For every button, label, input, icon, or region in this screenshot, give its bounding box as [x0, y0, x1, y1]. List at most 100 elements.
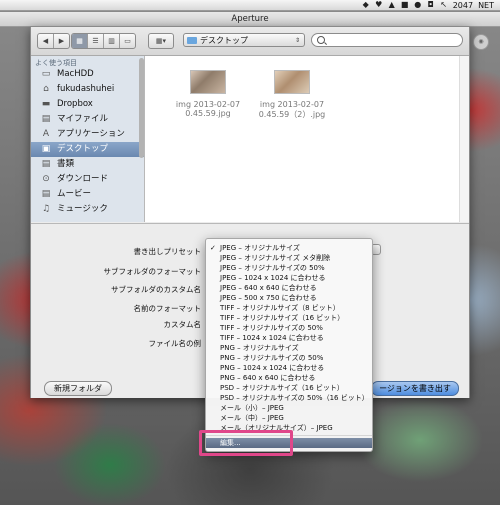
arrange-button[interactable]: ▦▾: [148, 33, 174, 49]
updown-icon: ⇕: [294, 37, 300, 44]
menu-item[interactable]: JPEG – オリジナルサイズの 50%: [206, 263, 372, 273]
file-name-line2: 0.45.59.jpg: [185, 109, 231, 118]
dropbox-icon[interactable]: ◆: [362, 1, 370, 9]
search-icon: [317, 36, 325, 44]
window-zoom-icon[interactable]: ◉: [473, 34, 489, 50]
custom-name-label: カスタム名: [163, 320, 202, 329]
name-format-label: 名前のフォーマット: [133, 304, 202, 313]
movies-icon: ▤: [41, 189, 51, 199]
checkmark-icon: ✓: [210, 244, 216, 252]
sidebar-item-desktop[interactable]: ▣ デスクトップ: [31, 142, 144, 157]
menu-item[interactable]: JPEG – 1024 x 1024 に合わせる: [206, 273, 372, 283]
menu-item[interactable]: メール（中）– JPEG: [206, 413, 372, 423]
sidebar-item-label: ミュージック: [57, 204, 108, 214]
file-item[interactable]: img 2013-02-07 0.45.59.jpg: [169, 70, 247, 118]
menubar-net[interactable]: NET: [478, 1, 494, 10]
sidebar-item-applications[interactable]: A アプリケーション: [31, 127, 144, 142]
search-field[interactable]: [311, 33, 463, 47]
documents-icon: ▤: [41, 159, 51, 169]
sidebar: よく使う項目 ▭ MacHDD ⌂ fukudashuhei ▬ Dropbox ▤ マ…: [31, 56, 145, 222]
apps-icon: A: [42, 129, 50, 139]
sidebar-item-documents[interactable]: ▤ 書類: [31, 157, 144, 172]
camera-icon[interactable]: ■: [401, 1, 409, 9]
sidebar-item-label: MacHDD: [57, 69, 94, 79]
list-view-icon[interactable]: ☰: [88, 34, 104, 48]
menu-item[interactable]: TIFF – オリジナルサイズ（8 ビット）: [206, 303, 372, 313]
disk-icon: ▭: [41, 69, 51, 79]
menu-item-label: TIFF – 1024 x 1024 に合わせる: [220, 334, 324, 342]
menu-item[interactable]: PNG – 1024 x 1024 に合わせる: [206, 363, 372, 373]
file-item[interactable]: img 2013-02-07 0.45.59（2）.jpg: [253, 70, 331, 120]
downloads-icon: ⊙: [42, 174, 50, 184]
sidebar-item-home[interactable]: ⌂ fukudashuhei: [31, 82, 144, 97]
menu-item[interactable]: TIFF – 1024 x 1024 に合わせる: [206, 333, 372, 343]
sidebar-item-machdd[interactable]: ▭ MacHDD: [31, 67, 144, 82]
menu-item[interactable]: PSD – オリジナルサイズ（16 ビット）: [206, 383, 372, 393]
menu-item[interactable]: PNG – 640 x 640 に合わせる: [206, 373, 372, 383]
file-name-line1: img 2013-02-07: [175, 100, 241, 109]
cursor-icon[interactable]: ↖: [440, 1, 448, 9]
sidebar-scrollbar[interactable]: [139, 58, 144, 158]
forward-arrow-icon[interactable]: ▶: [54, 34, 69, 48]
menu-item[interactable]: ✓ JPEG – オリジナルサイズ: [206, 243, 372, 253]
sidebar-item-myfiles[interactable]: ▤ マイファイル: [31, 112, 144, 127]
menu-item-label: PNG – オリジナルサイズ: [220, 344, 299, 352]
annotation-highlight-box: [199, 430, 293, 456]
path-popup[interactable]: デスクトップ ⇕: [183, 33, 305, 47]
preset-label: 書き出しプリセット: [133, 247, 202, 256]
coverflow-view-icon[interactable]: ▭: [120, 34, 135, 48]
column-view-icon[interactable]: ▥: [104, 34, 120, 48]
sidebar-item-downloads[interactable]: ⊙ ダウンロード: [31, 172, 144, 187]
menu-item[interactable]: JPEG – 500 x 750 に合わせる: [206, 293, 372, 303]
sidebar-item-dropbox[interactable]: ▬ Dropbox: [31, 97, 144, 112]
export-button[interactable]: ージョンを書き出す: [371, 381, 459, 396]
heart-icon[interactable]: ♥: [375, 1, 383, 9]
menu-item-label: JPEG – オリジナルサイズ メタ削除: [220, 254, 331, 262]
folder-icon: [187, 37, 197, 44]
menu-item-label: JPEG – 500 x 750 に合わせる: [220, 294, 317, 302]
menu-item-label: PNG – オリジナルサイズの 50%: [220, 354, 324, 362]
menu-item-label: JPEG – オリジナルサイズの 50%: [220, 264, 325, 272]
menu-item[interactable]: JPEG – 640 x 640 に合わせる: [206, 283, 372, 293]
menu-item-label: PNG – 1024 x 1024 に合わせる: [220, 364, 325, 372]
sidebar-item-movies[interactable]: ▤ ムービー: [31, 187, 144, 202]
files-icon: ▤: [41, 114, 51, 124]
file-thumbnail: [190, 70, 226, 94]
menu-item-label: JPEG – オリジナルサイズ: [220, 244, 300, 252]
filename-example-label: ファイル名の例: [148, 339, 202, 348]
icon-view-icon[interactable]: ▦: [72, 34, 88, 48]
music-icon: ♫: [41, 204, 51, 214]
file-thumbnail: [274, 70, 310, 94]
new-folder-button[interactable]: 新規フォルダ: [44, 381, 112, 396]
menu-item[interactable]: メール（小）– JPEG: [206, 403, 372, 413]
upload-icon[interactable]: ▲: [388, 1, 396, 9]
menu-item[interactable]: PSD – オリジナルサイズの 50%（16 ビット）: [206, 393, 372, 403]
sidebar-item-music[interactable]: ♫ ミュージック: [31, 202, 144, 217]
folder-icon: ▬: [41, 99, 51, 109]
system-menubar: ◆ ♥ ▲ ■ ● ◘ ↖ 2047 NET: [0, 0, 500, 11]
menu-item[interactable]: TIFF – オリジナルサイズの 50%: [206, 323, 372, 333]
menu-item-label: メール（小）– JPEG: [220, 404, 284, 412]
file-pane-scrollbar[interactable]: [459, 56, 469, 222]
file-pane: img 2013-02-07 0.45.59.jpg img 2013-02-0…: [145, 56, 469, 222]
menu-item-label: PSD – オリジナルサイズの 50%（16 ビット）: [220, 394, 369, 402]
globe-icon[interactable]: ●: [414, 1, 422, 9]
sidebar-item-label: 書類: [57, 159, 75, 169]
menu-item[interactable]: PNG – オリジナルサイズの 50%: [206, 353, 372, 363]
tag-icon[interactable]: ◘: [427, 1, 435, 9]
menu-item-label: TIFF – オリジナルサイズ（16 ビット）: [220, 314, 345, 322]
sidebar-item-label: fukudashuhei: [57, 84, 115, 94]
menubar-clock[interactable]: 2047: [453, 1, 473, 10]
menu-item-label: TIFF – オリジナルサイズ（8 ビット）: [220, 304, 340, 312]
sidebar-item-label: アプリケーション: [57, 129, 125, 139]
arrange-grid-icon: ▦▾: [155, 37, 167, 45]
sidebar-item-label: ムービー: [57, 189, 92, 199]
menu-item-label: PNG – 640 x 640 に合わせる: [220, 374, 316, 382]
window-title: Aperture: [231, 14, 269, 24]
menu-item[interactable]: PNG – オリジナルサイズ: [206, 343, 372, 353]
menu-item[interactable]: JPEG – オリジナルサイズ メタ削除: [206, 253, 372, 263]
menu-item[interactable]: TIFF – オリジナルサイズ（16 ビット）: [206, 313, 372, 323]
back-arrow-icon[interactable]: ◀: [38, 34, 54, 48]
window-titlebar: Aperture: [0, 12, 500, 27]
desktop-icon: ▣: [41, 144, 51, 154]
